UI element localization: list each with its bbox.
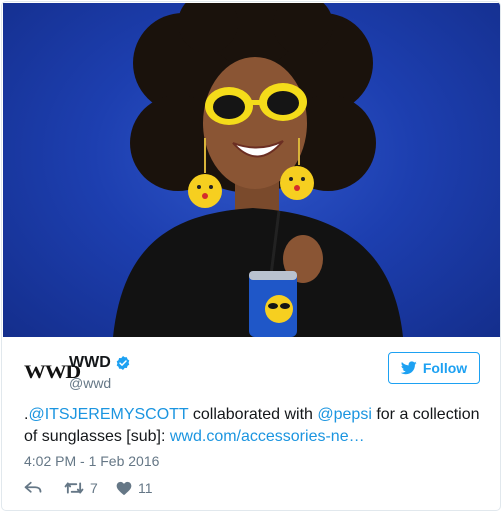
tweet-text-middle: collaborated with (188, 406, 318, 423)
mention-link-pepsi[interactable]: @pepsi (317, 406, 372, 423)
tweet-header: WWD WWD @wwd Follow (2, 350, 500, 398)
mention-link-itsjeremyscott[interactable]: @ITSJEREMYSCOTT (28, 406, 188, 423)
tweet-timestamp[interactable]: 4:02 PM - 1 Feb 2016 (24, 453, 159, 469)
photo-illustration (113, 3, 403, 337)
follow-label: Follow (422, 360, 468, 376)
retweet-button[interactable]: 7 (64, 480, 98, 496)
reply-button[interactable] (24, 480, 42, 496)
author-name[interactable]: WWD (69, 354, 111, 372)
verified-badge-icon (116, 356, 130, 370)
tweet-text: .@ITSJEREMYSCOTT collaborated with @peps… (24, 404, 494, 448)
article-url-link[interactable]: wwd.com/accessories-ne… (170, 428, 365, 445)
heart-icon (116, 481, 132, 495)
author-handle[interactable]: @wwd (69, 375, 111, 391)
reply-icon (24, 481, 42, 493)
tweet-card: WWD WWD @wwd Follow .@ITSJEREMYSCOTT col… (1, 1, 501, 511)
twitter-bird-icon (400, 361, 417, 375)
retweet-count: 7 (90, 480, 98, 496)
like-count: 11 (138, 480, 153, 496)
follow-button[interactable]: Follow (388, 352, 480, 384)
tweet-photo[interactable] (3, 3, 500, 337)
like-button[interactable]: 11 (116, 480, 153, 496)
retweet-icon (64, 482, 84, 494)
